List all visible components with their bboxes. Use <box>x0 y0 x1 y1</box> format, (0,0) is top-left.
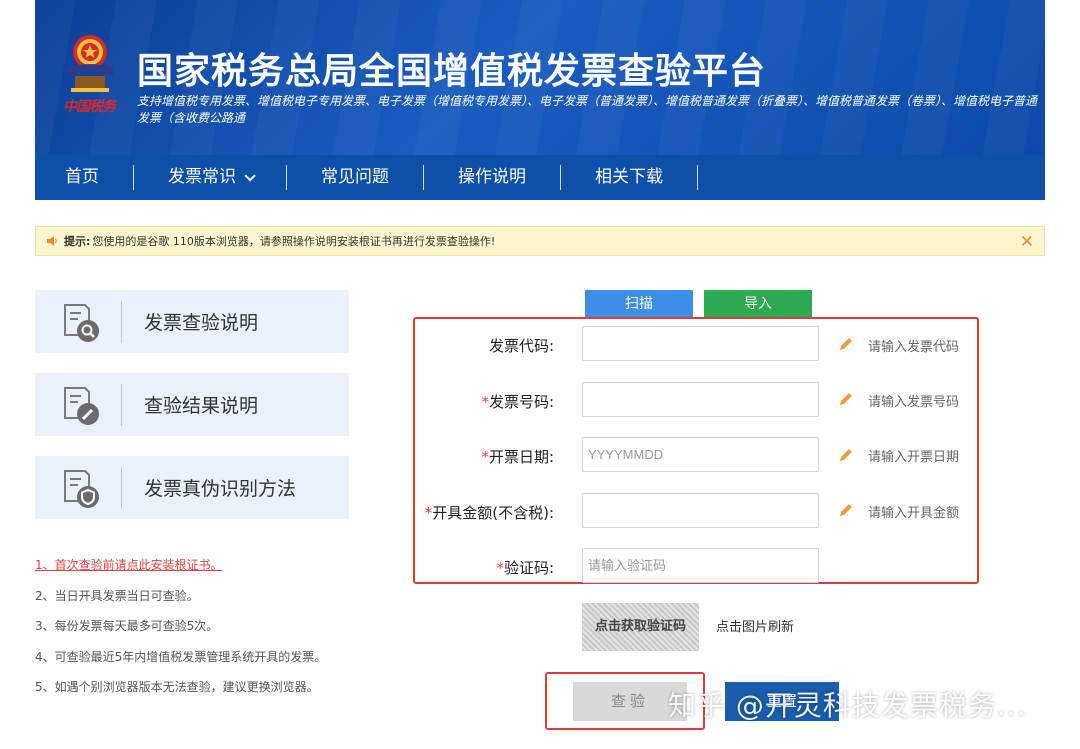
invoice-code-hint: 请输入发票代码 <box>868 340 960 355</box>
nav-item-downloads[interactable]: 相关下载 <box>561 165 698 190</box>
captcha-image[interactable]: 点击获取验证码 <box>582 603 699 651</box>
invoice-code-label: 发票代码: <box>488 337 554 355</box>
nav-item-faq[interactable]: 常见问题 <box>287 165 424 190</box>
invoice-code-input[interactable] <box>582 326 819 361</box>
invoice-date-input[interactable]: YYYYMMDD <box>582 437 819 472</box>
card-divider <box>121 466 122 509</box>
card-divider <box>121 300 122 343</box>
list-item: 4、可查验最近5年内增值税发票管理系统开具的发票。 <box>35 649 327 664</box>
watermark-text: 知乎 @开灵科技发票税务... <box>668 689 1027 722</box>
invoice-date-hint: 请输入开票日期 <box>868 450 960 465</box>
invoice-amount-label: *开具金额(不含税): <box>424 504 554 522</box>
invoice-date-label: *开票日期: <box>481 448 554 466</box>
invoice-amount-hint: 请输入开具金额 <box>868 506 960 521</box>
document-shield-icon <box>64 469 99 508</box>
list-item: 3、每份发票每天最多可查验5次。 <box>35 619 219 633</box>
card-label: 发票真伪识别方法 <box>144 478 297 500</box>
tips-list: 1、首次查验前请点此安装根证书。 2、当日开具发票当日可查验。 3、每份发票每天… <box>35 550 326 703</box>
chevron-down-icon <box>244 169 256 182</box>
card-label: 查验结果说明 <box>144 395 259 417</box>
invoice-number-input[interactable] <box>582 382 819 417</box>
tax-logo-text: 中国税务 <box>63 99 116 115</box>
notice-text: 您使用的是谷歌 110版本浏览器，请参照操作说明安装根证书再进行发票查验操作! <box>92 235 496 248</box>
card-divider <box>121 383 122 426</box>
site-header: 中国税务 国家税务总局全国增值税发票查验平台 支持增值税专用发票、增值税电子专用… <box>35 0 1045 155</box>
pencil-icon <box>840 504 852 516</box>
tip-install-cert[interactable]: 1、首次查验前请点此安装根证书。 <box>35 550 326 581</box>
notice-label: 提示: <box>64 235 91 248</box>
card-verification-guide[interactable]: 发票查验说明 <box>35 290 349 353</box>
page-subtitle: 支持增值税专用发票、增值税电子专用发票、电子发票（增值税专用发票）、电子发票（普… <box>137 94 1038 125</box>
captcha-input[interactable]: 请输入验证码 <box>582 548 819 583</box>
tax-emblem-icon <box>67 35 113 92</box>
invoice-number-label: *发票号码: <box>481 393 554 411</box>
list-item: 2、当日开具发票当日可查验。 <box>35 588 199 603</box>
notice-bar: 提示: 您使用的是谷歌 110版本浏览器，请参照操作说明安装根证书再进行发票查验… <box>35 226 1045 256</box>
nav-item-invoice-knowledge[interactable]: 发票常识 <box>134 165 287 190</box>
main-nav: 首页 发票常识 常见问题 操作说明 相关下载 <box>35 155 1045 200</box>
nav-item-instructions[interactable]: 操作说明 <box>424 165 561 190</box>
card-result-guide[interactable]: 查验结果说明 <box>35 373 349 436</box>
captcha-label: *验证码: <box>496 559 554 577</box>
invoice-amount-input[interactable] <box>582 493 819 528</box>
pencil-icon <box>840 449 852 461</box>
import-button[interactable]: 导入 <box>704 290 812 318</box>
close-icon[interactable]: ✕ <box>1020 232 1034 252</box>
document-edit-icon <box>64 386 99 425</box>
document-search-icon <box>64 303 99 342</box>
captcha-refresh-text: 点击图片刷新 <box>716 620 795 635</box>
scan-button[interactable]: 扫描 <box>585 290 693 318</box>
invoice-number-hint: 请输入发票号码 <box>868 395 960 410</box>
page-title: 国家税务总局全国增值税发票查验平台 <box>137 51 767 92</box>
card-label: 发票查验说明 <box>144 312 259 334</box>
list-item: 5、如遇个别浏览器版本无法查验，建议更换浏览器。 <box>35 680 319 694</box>
nav-item-home[interactable]: 首页 <box>35 165 134 190</box>
card-authenticity-guide[interactable]: 发票真伪识别方法 <box>35 456 349 519</box>
pencil-icon <box>840 338 852 350</box>
speaker-icon <box>47 236 57 246</box>
pencil-icon <box>840 393 852 405</box>
